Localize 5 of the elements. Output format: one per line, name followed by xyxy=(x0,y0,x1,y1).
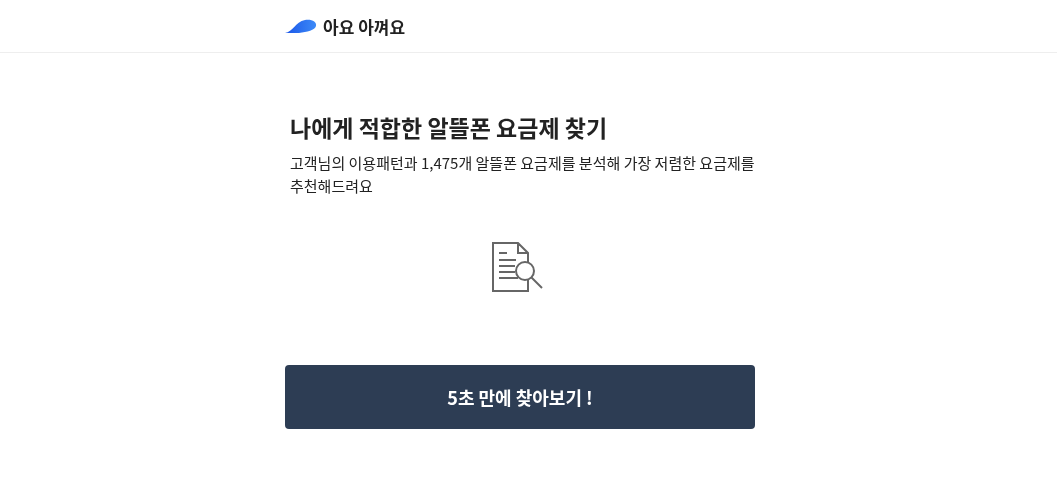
logo-icon xyxy=(285,18,317,34)
description-text: 고객님의 이용패턴과 1,475개 알뜰폰 요금제를 분석해 가장 저렴한 요금제를 추천해드려요 xyxy=(290,151,755,197)
start-button[interactable]: 5초 만에 찾아보기 ! xyxy=(285,365,755,429)
page-title: 나에게 적합한 알뜰폰 요금제 찾기 xyxy=(290,111,609,143)
logo-text[interactable]: 아요 아껴요 xyxy=(323,13,406,39)
